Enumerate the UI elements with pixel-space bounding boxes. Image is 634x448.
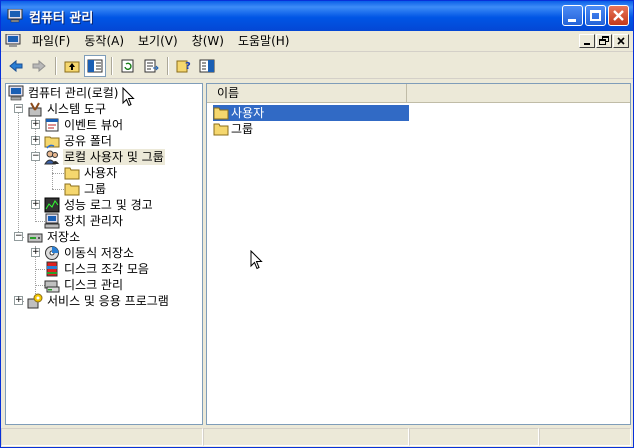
status-bar — [1, 427, 633, 447]
expander-removable-storage[interactable]: + — [31, 248, 40, 257]
menu-file[interactable]: 파일(F) — [25, 32, 77, 51]
status-cell-1 — [1, 428, 203, 446]
tree-item-local-users-groups[interactable]: 로컬 사용자 및 그룹 — [44, 149, 165, 165]
defrag-icon — [46, 261, 58, 277]
show-hide-tree-icon[interactable] — [84, 54, 106, 77]
tree-item-root[interactable]: 컴퓨터 관리(로컬) — [8, 85, 119, 101]
console-tree-pane[interactable]: 컴퓨터 관리(로컬) − 시스템 도구 + 이벤트 뷰어 + 공유 폴더 − 로… — [5, 83, 203, 425]
menu-window[interactable]: 창(W) — [185, 32, 231, 51]
menu-view[interactable]: 보기(V) — [131, 32, 185, 51]
tree-item-disk-management[interactable]: 디스크 관리 — [44, 277, 124, 293]
expander-shared-folders[interactable]: + — [31, 136, 40, 145]
tree-item-system-tools[interactable]: 시스템 도구 — [27, 101, 107, 117]
status-cell-4 — [539, 428, 631, 446]
expander-storage[interactable]: − — [14, 232, 23, 241]
window-title: 컴퓨터 관리 — [29, 10, 94, 26]
help-icon[interactable]: ? — [173, 55, 195, 77]
event-viewer-icon — [45, 118, 59, 132]
tools-icon — [28, 102, 42, 117]
services-icon — [27, 293, 43, 309]
tree-item-removable-storage[interactable]: 이동식 저장소 — [44, 245, 135, 261]
status-cell-3 — [409, 428, 539, 446]
mouse-cursor-icon — [122, 87, 135, 107]
storage-icon — [27, 233, 43, 243]
removable-storage-icon — [45, 246, 59, 260]
column-header-name[interactable]: 이름 — [209, 84, 407, 103]
folder-icon — [213, 123, 229, 136]
details-pane[interactable]: 이름 사용자 그룹 — [206, 83, 631, 425]
menu-help[interactable]: 도움말(H) — [231, 32, 297, 51]
title-bar[interactable]: 컴퓨터 관리 — [1, 1, 633, 31]
maximize-button[interactable] — [585, 5, 606, 26]
refresh-icon[interactable] — [117, 55, 139, 77]
computer-icon — [7, 9, 23, 23]
back-icon[interactable] — [5, 55, 27, 77]
tree-item-defrag[interactable]: 디스크 조각 모음 — [44, 261, 150, 277]
up-folder-icon[interactable] — [61, 55, 83, 77]
toolbar: ? — [1, 53, 633, 79]
expander-system-tools[interactable]: − — [14, 104, 23, 113]
computer-icon — [8, 85, 24, 101]
svg-text:?: ? — [185, 61, 191, 72]
folder-icon — [64, 167, 80, 180]
folder-icon — [64, 183, 80, 196]
menu-bar: 파일(F) 동작(A) 보기(V) 창(W) 도움말(H) — [1, 31, 633, 52]
expander-local-users[interactable]: − — [31, 152, 40, 161]
expander-perf-logs[interactable]: + — [31, 200, 40, 209]
mouse-cursor-icon — [250, 250, 263, 270]
performance-icon — [44, 197, 60, 213]
export-list-icon[interactable] — [140, 55, 162, 77]
menu-action[interactable]: 동작(A) — [77, 32, 131, 51]
minimize-button[interactable] — [562, 5, 583, 26]
status-cell-2 — [203, 428, 409, 446]
users-icon — [44, 150, 59, 165]
mdi-close-button[interactable] — [613, 34, 629, 48]
tree-item-perf-logs[interactable]: 성능 로그 및 경고 — [44, 197, 154, 213]
expander-event-viewer[interactable]: + — [31, 120, 40, 129]
tree-item-storage[interactable]: 저장소 — [27, 229, 81, 245]
tree-item-device-manager[interactable]: 장치 관리자 — [44, 213, 124, 229]
list-header: 이름 — [207, 84, 630, 103]
tree-item-services-apps[interactable]: 서비스 및 응용 프로그램 — [27, 293, 170, 309]
list-item-groups[interactable]: 그룹 — [213, 121, 253, 137]
expander-services-apps[interactable]: + — [14, 296, 23, 305]
shared-folder-icon — [44, 136, 60, 149]
show-hide-action-pane-icon[interactable] — [196, 55, 218, 77]
mdi-minimize-button[interactable] — [579, 34, 595, 48]
computer-icon[interactable] — [5, 34, 21, 48]
mdi-restore-button[interactable] — [596, 34, 612, 48]
device-manager-icon — [44, 213, 60, 229]
tree-item-event-viewer[interactable]: 이벤트 뷰어 — [44, 117, 124, 133]
forward-icon[interactable] — [28, 55, 50, 77]
list-item-users[interactable]: 사용자 — [213, 105, 409, 121]
tree-item-users[interactable]: 사용자 — [64, 165, 118, 181]
folder-icon — [213, 107, 229, 120]
tree-item-shared-folders[interactable]: 공유 폴더 — [44, 133, 113, 149]
disk-management-icon — [44, 280, 60, 293]
tree-item-groups[interactable]: 그룹 — [64, 181, 107, 197]
close-button[interactable] — [608, 5, 629, 26]
computer-management-window: 컴퓨터 관리 파일(F) 동작(A) 보기(V) 창(W) 도움말(H) ? 컴… — [0, 0, 634, 448]
